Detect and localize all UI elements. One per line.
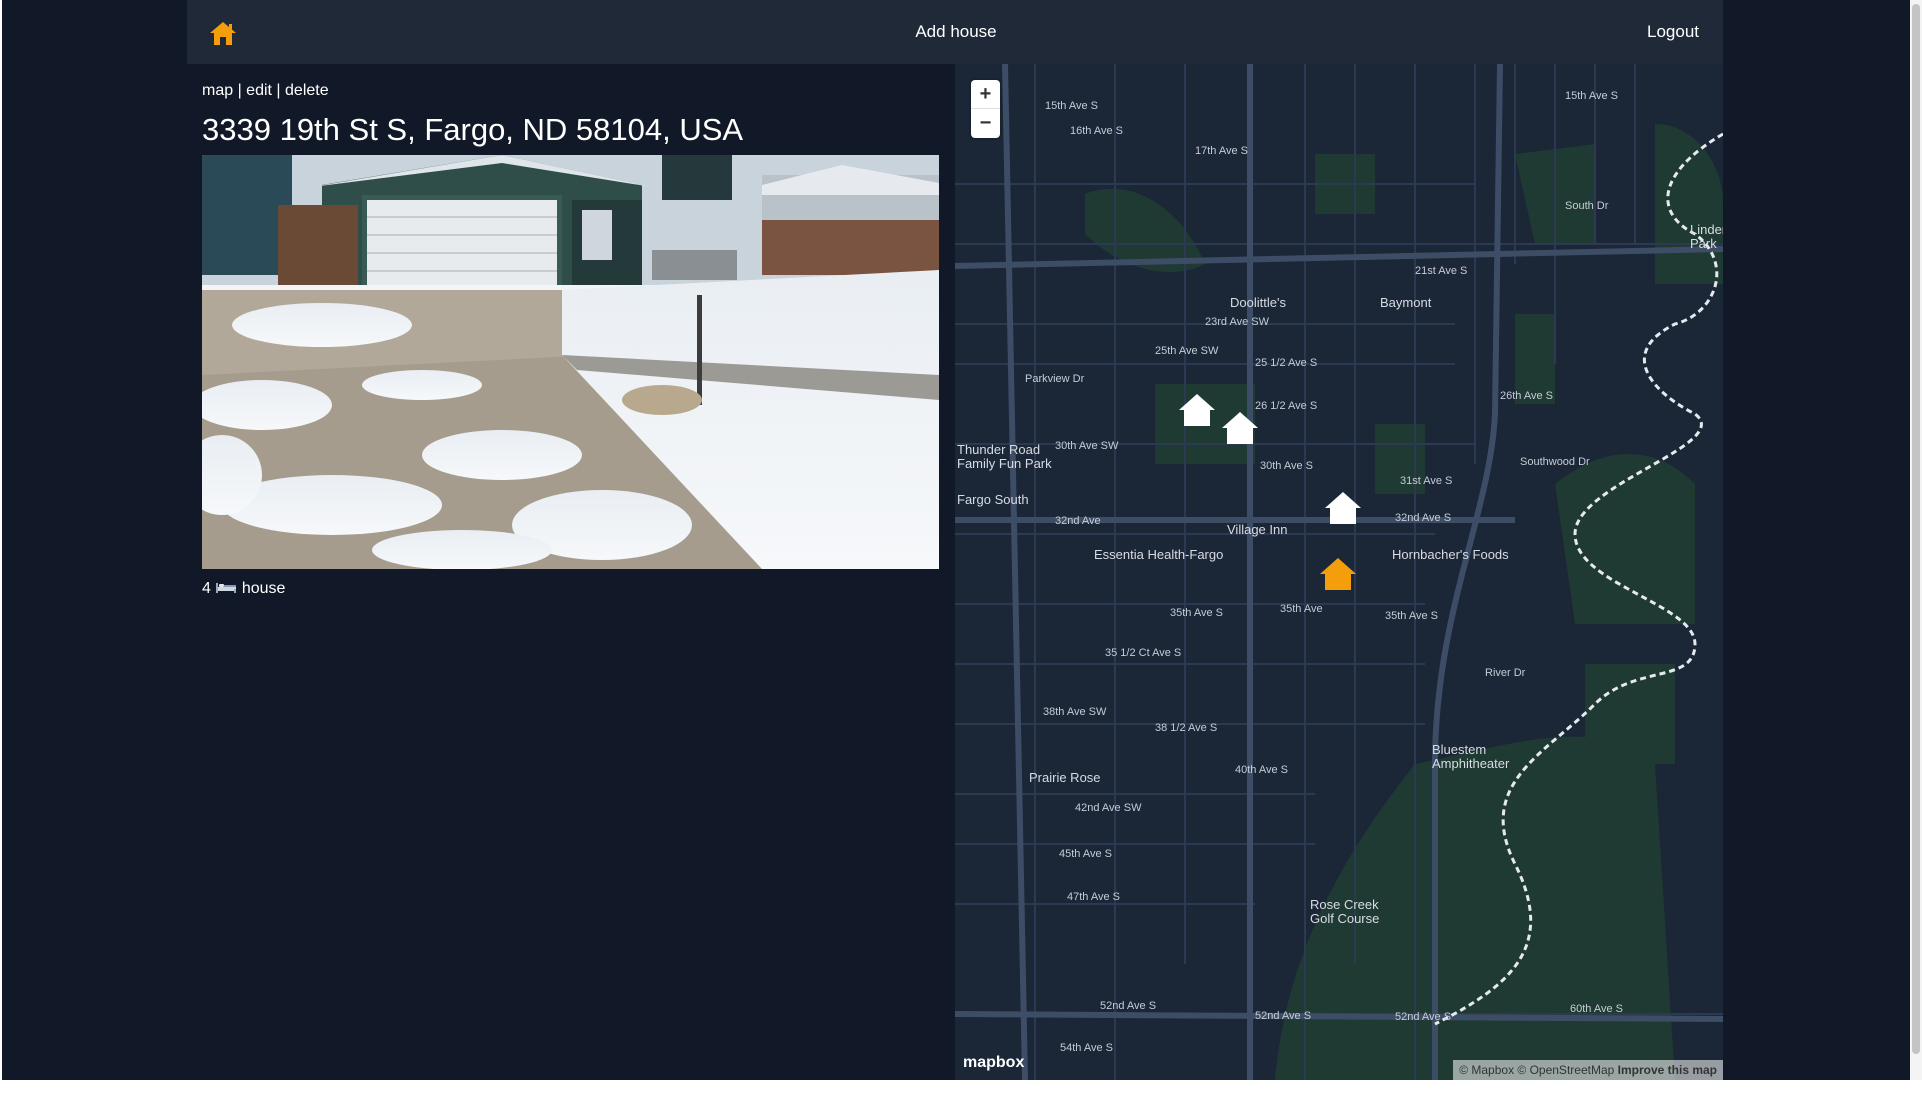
svg-text:35th Ave: 35th Ave <box>1280 603 1323 615</box>
edit-link[interactable]: edit <box>246 82 272 99</box>
svg-text:47th Ave S: 47th Ave S <box>1067 891 1120 903</box>
svg-text:Park: Park <box>1690 236 1717 251</box>
svg-text:Essentia Health-Fargo: Essentia Health-Fargo <box>1094 547 1223 562</box>
svg-text:26th Ave S: 26th Ave S <box>1500 390 1553 402</box>
svg-text:26 1/2 Ave S: 26 1/2 Ave S <box>1255 400 1317 412</box>
svg-text:52nd Ave S: 52nd Ave S <box>1100 1000 1156 1012</box>
mapbox-logo[interactable]: mapbox <box>963 1054 1024 1072</box>
svg-text:Village Inn: Village Inn <box>1227 522 1287 537</box>
map-link[interactable]: map <box>202 82 233 99</box>
svg-text:Southwood Dr: Southwood Dr <box>1520 456 1590 468</box>
svg-text:32nd Ave: 32nd Ave <box>1055 515 1101 527</box>
svg-text:30th Ave SW: 30th Ave SW <box>1055 440 1119 452</box>
svg-text:40th Ave S: 40th Ave S <box>1235 764 1288 776</box>
separator: | <box>233 82 247 99</box>
bed-icon <box>215 580 241 597</box>
svg-text:Rose Creek: Rose Creek <box>1310 897 1379 912</box>
svg-text:17th Ave S: 17th Ave S <box>1195 145 1248 157</box>
svg-text:35th Ave S: 35th Ave S <box>1385 610 1438 622</box>
svg-text:45th Ave S: 45th Ave S <box>1059 848 1112 860</box>
home-icon[interactable] <box>209 20 237 46</box>
svg-text:21st Ave S: 21st Ave S <box>1415 265 1467 277</box>
map-attribution: © Mapbox © OpenStreetMap Improve this ma… <box>1453 1060 1723 1080</box>
svg-text:52nd Ave S: 52nd Ave S <box>1395 1011 1451 1023</box>
svg-text:Linden: Linden <box>1690 222 1723 237</box>
add-house-link[interactable]: Add house <box>901 20 1011 44</box>
delete-link[interactable]: delete <box>285 82 329 99</box>
svg-text:16th Ave S: 16th Ave S <box>1070 125 1123 137</box>
house-address-title: 3339 19th St S, Fargo, ND 58104, USA <box>202 112 744 147</box>
svg-text:Bluestem: Bluestem <box>1432 742 1486 757</box>
svg-text:35 1/2 Ct Ave S: 35 1/2 Ct Ave S <box>1105 647 1181 659</box>
logout-link[interactable]: Logout <box>1647 20 1699 44</box>
map-view[interactable]: 15th Ave S 15th Ave S 16th Ave S 17th Av… <box>955 64 1723 1080</box>
svg-text:32nd Ave S: 32nd Ave S <box>1395 512 1451 524</box>
svg-text:38 1/2 Ave S: 38 1/2 Ave S <box>1155 722 1217 734</box>
zoom-in-button[interactable]: + <box>971 80 1000 109</box>
svg-text:23rd Ave SW: 23rd Ave SW <box>1205 316 1270 328</box>
svg-text:Family Fun Park: Family Fun Park <box>957 456 1052 471</box>
svg-text:Fargo South: Fargo South <box>957 492 1029 507</box>
mapbox-logo-text: mapbox <box>963 1054 1025 1071</box>
svg-text:60th Ave S: 60th Ave S <box>1570 1003 1623 1015</box>
house-type: house <box>241 580 286 597</box>
svg-text:Parkview Dr: Parkview Dr <box>1025 373 1085 385</box>
svg-text:Doolittle's: Doolittle's <box>1230 295 1286 310</box>
svg-text:South Dr: South Dr <box>1565 200 1609 212</box>
attribution-text[interactable]: © Mapbox © OpenStreetMap <box>1459 1063 1614 1077</box>
svg-text:Amphitheater: Amphitheater <box>1432 756 1510 771</box>
svg-text:25th Ave SW: 25th Ave SW <box>1155 345 1219 357</box>
house-photo <box>202 155 939 569</box>
zoom-out-button[interactable]: − <box>971 109 1000 138</box>
svg-text:Thunder Road: Thunder Road <box>957 442 1040 457</box>
svg-text:42nd Ave SW: 42nd Ave SW <box>1075 802 1142 814</box>
zoom-control: + − <box>971 80 1000 138</box>
svg-text:38th Ave SW: 38th Ave SW <box>1043 706 1107 718</box>
svg-text:Golf Course: Golf Course <box>1310 911 1379 926</box>
svg-text:31st Ave S: 31st Ave S <box>1400 475 1452 487</box>
svg-text:River Dr: River Dr <box>1485 667 1526 679</box>
scrollbar-thumb[interactable] <box>1912 4 1920 1054</box>
improve-map-link[interactable]: Improve this map <box>1618 1063 1717 1077</box>
svg-text:52nd Ave S: 52nd Ave S <box>1255 1010 1311 1022</box>
svg-text:15th Ave S: 15th Ave S <box>1045 100 1098 112</box>
bedroom-count: 4 <box>202 580 211 597</box>
house-actions: map | edit | delete <box>202 82 329 100</box>
svg-text:15th Ave S: 15th Ave S <box>1565 90 1618 102</box>
svg-text:30th Ave S: 30th Ave S <box>1260 460 1313 472</box>
svg-text:Hornbacher's Foods: Hornbacher's Foods <box>1392 547 1509 562</box>
svg-text:54th Ave S: 54th Ave S <box>1060 1042 1113 1054</box>
svg-text:Prairie Rose: Prairie Rose <box>1029 770 1101 785</box>
svg-text:25 1/2 Ave S: 25 1/2 Ave S <box>1255 357 1317 369</box>
separator: | <box>271 82 286 99</box>
house-meta: 4 house <box>202 580 285 598</box>
navbar: Add house Logout <box>187 0 1723 64</box>
svg-text:Baymont: Baymont <box>1380 295 1432 310</box>
svg-text:35th Ave S: 35th Ave S <box>1170 607 1223 619</box>
